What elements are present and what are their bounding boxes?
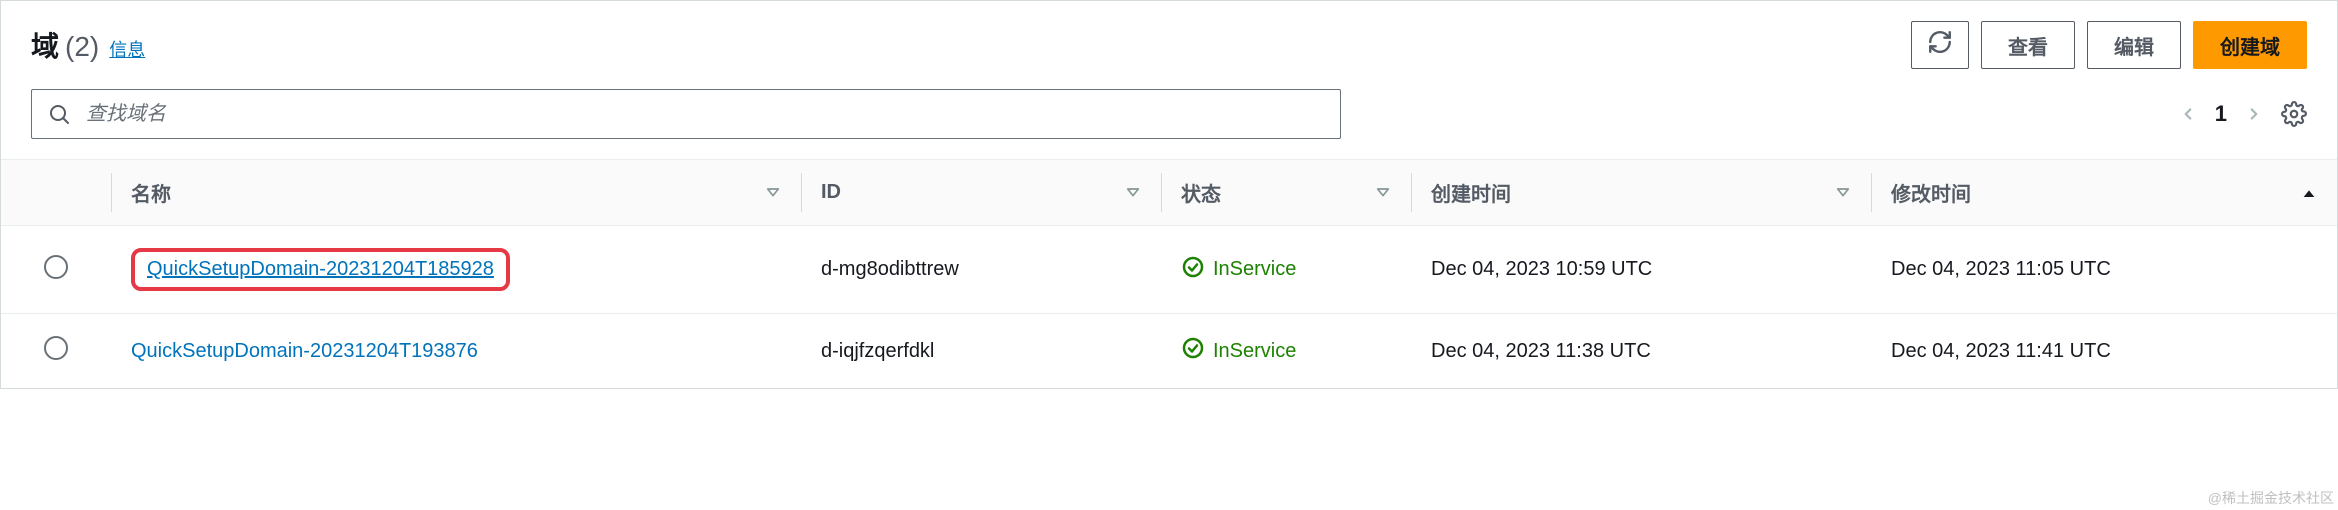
search-input[interactable] (31, 89, 1341, 139)
pagination: 1 (2179, 101, 2307, 127)
create-domain-button[interactable]: 创建域 (2193, 21, 2307, 69)
filter-icon (1125, 185, 1141, 201)
col-created-label: 创建时间 (1431, 178, 1511, 207)
panel-header: 域 (2) 信息 查看 编辑 创建域 (1, 1, 2337, 79)
info-link[interactable]: 信息 (109, 36, 145, 62)
row-select-radio[interactable] (44, 255, 68, 279)
col-modified-label: 修改时间 (1891, 178, 1971, 207)
edit-button[interactable]: 编辑 (2087, 21, 2181, 69)
modified-time: Dec 04, 2023 11:05 UTC (1871, 226, 2337, 314)
highlight-annotation: QuickSetupDomain-20231204T185928 (131, 248, 510, 291)
refresh-button[interactable] (1911, 21, 1969, 69)
refresh-icon (1927, 29, 1953, 61)
check-circle-icon (1181, 336, 1205, 366)
status-badge: InService (1181, 255, 1391, 285)
created-time: Dec 04, 2023 11:38 UTC (1411, 314, 1871, 389)
current-page: 1 (2215, 101, 2227, 127)
row-select-radio[interactable] (44, 336, 68, 360)
view-button[interactable]: 查看 (1981, 21, 2075, 69)
domains-panel: 域 (2) 信息 查看 编辑 创建域 1 (0, 0, 2338, 389)
col-status[interactable]: 状态 (1161, 160, 1411, 226)
sort-asc-icon (2301, 185, 2317, 201)
table-settings-button[interactable] (2281, 101, 2307, 127)
filter-icon (1375, 185, 1391, 201)
toolbar: 1 (1, 79, 2337, 159)
status-badge: InService (1181, 336, 1391, 366)
col-select (1, 160, 111, 226)
created-time: Dec 04, 2023 10:59 UTC (1411, 226, 1871, 314)
next-page-button[interactable] (2245, 105, 2263, 123)
col-created[interactable]: 创建时间 (1411, 160, 1871, 226)
col-modified[interactable]: 修改时间 (1871, 160, 2337, 226)
check-circle-icon (1181, 255, 1205, 285)
col-name-label: 名称 (131, 178, 171, 207)
title-group: 域 (2) 信息 (31, 25, 145, 65)
modified-time: Dec 04, 2023 11:41 UTC (1871, 314, 2337, 389)
domain-id: d-mg8odibttrew (801, 226, 1161, 314)
col-id[interactable]: ID (801, 160, 1161, 226)
domain-id: d-iqjfzqerfdkl (801, 314, 1161, 389)
filter-icon (1835, 185, 1851, 201)
watermark: @稀土掘金技术社区 (2208, 488, 2334, 508)
item-count: (2) (65, 31, 99, 63)
domains-table: 名称 ID 状态 (1, 159, 2337, 388)
col-status-label: 状态 (1181, 178, 1221, 207)
table-header-row: 名称 ID 状态 (1, 160, 2337, 226)
col-id-label: ID (821, 181, 841, 204)
status-text: InService (1213, 340, 1296, 363)
search-wrapper (31, 89, 1341, 139)
col-name[interactable]: 名称 (111, 160, 801, 226)
action-buttons: 查看 编辑 创建域 (1911, 21, 2307, 69)
domain-name-link[interactable]: QuickSetupDomain-20231204T193876 (131, 340, 478, 362)
filter-icon (765, 185, 781, 201)
prev-page-button[interactable] (2179, 105, 2197, 123)
table-row: QuickSetupDomain-20231204T185928 d-mg8od… (1, 226, 2337, 314)
search-icon (47, 102, 71, 126)
page-title: 域 (31, 25, 59, 65)
table-row: QuickSetupDomain-20231204T193876 d-iqjfz… (1, 314, 2337, 389)
status-text: InService (1213, 258, 1296, 281)
domain-name-link[interactable]: QuickSetupDomain-20231204T185928 (147, 258, 494, 280)
